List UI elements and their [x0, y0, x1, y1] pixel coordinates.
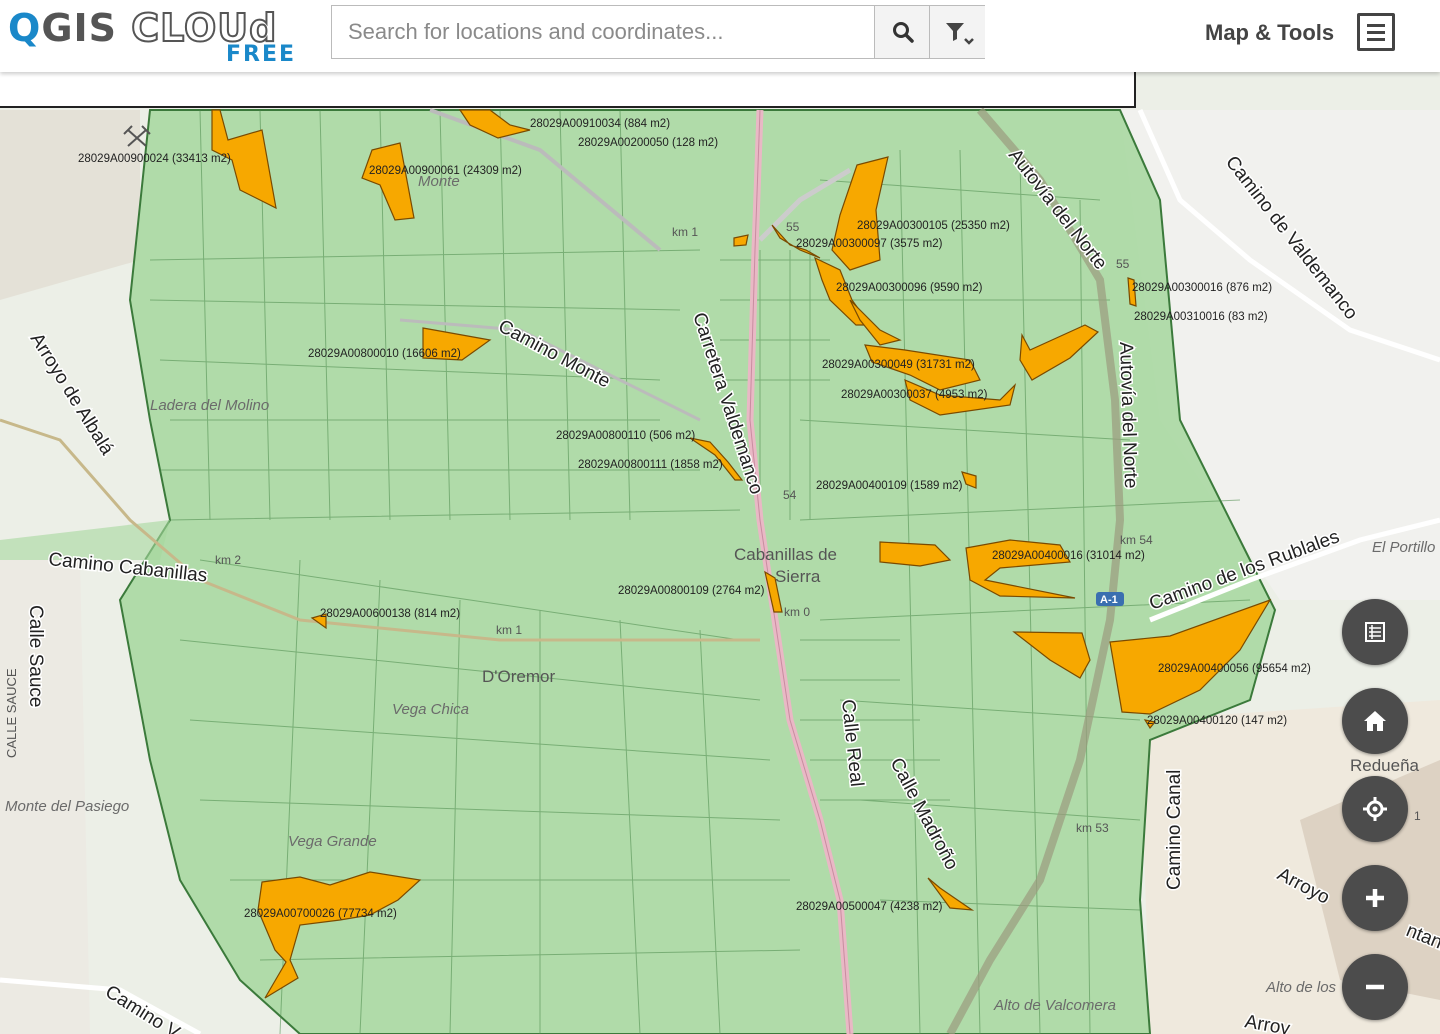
parcel-label: 28029A00200050 (128 m2): [578, 137, 718, 149]
km-marker: km 1: [672, 225, 698, 239]
parcel-label: 28029A00300037 (4953 m2): [841, 389, 988, 401]
parcel-label: 28029A00700026 (77734 m2): [244, 908, 397, 920]
place-label: Monte: [418, 173, 460, 190]
km-marker: 55: [1116, 257, 1130, 271]
km-marker: km 54: [1120, 533, 1153, 547]
empty-panel: [0, 72, 1136, 108]
locate-crosshair-icon: [1363, 797, 1387, 821]
km-marker: 1: [1414, 809, 1421, 823]
parcel-label: 28029A00900024 (33413 m2): [78, 153, 231, 165]
parcel-label: 28029A00800109 (2764 m2): [618, 585, 765, 597]
map-svg[interactable]: 28029A00910034 (884 m2) 28029A00200050 (1…: [0, 0, 1440, 1034]
place-label: Monte del Pasiego: [5, 798, 129, 815]
km-marker: km 1: [496, 623, 522, 637]
parcel-label: 28029A00910034 (884 m2): [530, 118, 670, 130]
parcel-label: 28029A00300097 (3575 m2): [796, 238, 943, 250]
road-label: CALLE SAUCE: [4, 668, 19, 758]
parcel-label: 28029A00400056 (95654 m2): [1158, 663, 1311, 675]
zoom-in-plus-icon: [1366, 889, 1384, 907]
place-label: Redueña: [1350, 756, 1420, 775]
home-button[interactable]: [1342, 688, 1408, 754]
parcel-label: 28029A00300049 (31731 m2): [822, 359, 975, 371]
km-marker: km 2: [215, 553, 241, 567]
km-marker: km 53: [1076, 821, 1109, 835]
search-icon: [892, 22, 914, 43]
search-button[interactable]: [874, 6, 930, 58]
parcel-label: 28029A00600138 (814 m2): [320, 608, 460, 620]
place-label: Alto de los: [1265, 979, 1337, 996]
hamburger-menu-icon[interactable]: [1357, 13, 1395, 51]
logo-q: Q: [8, 6, 42, 50]
place-label: Cabanillas de: [734, 545, 837, 564]
top-bar: QGIS CLOUd FREE Map & Tools: [0, 0, 1440, 72]
parcel-label: 28029A00800010 (16606 m2): [308, 348, 461, 360]
map-tools-label[interactable]: Map & Tools: [1205, 20, 1334, 46]
search-bar: [331, 5, 985, 59]
app-logo[interactable]: QGIS CLOUd FREE: [8, 6, 318, 68]
parcel-label: 28029A00300016 (876 m2): [1132, 282, 1272, 294]
parcel-label: 28029A00500047 (4238 m2): [796, 901, 943, 913]
km-marker: km 0: [784, 605, 810, 619]
logo-gis: GIS: [41, 6, 132, 50]
parcel-label: 28029A00400109 (1589 m2): [816, 480, 963, 492]
parcel-label: 28029A00300096 (9590 m2): [836, 282, 983, 294]
parcel-label: 28029A00300105 (25350 m2): [857, 220, 1010, 232]
parcel-label: 28029A00310016 (83 m2): [1134, 311, 1268, 323]
road-label: Calle Sauce: [25, 605, 46, 707]
place-label: Vega Grande: [288, 833, 377, 850]
highway-shield: A-1: [1100, 594, 1118, 606]
place-label: Alto de Valcomera: [993, 997, 1116, 1014]
logo-subtitle: FREE: [226, 42, 297, 67]
locate-button[interactable]: [1342, 776, 1408, 842]
home-icon: [1364, 711, 1386, 731]
map-canvas[interactable]: 28029A00910034 (884 m2) 28029A00200050 (1…: [0, 0, 1440, 1034]
km-marker: 54: [783, 488, 797, 502]
parcel-label: 28029A00800110 (506 m2): [556, 430, 695, 442]
search-input[interactable]: [332, 6, 872, 58]
place-label: D'Oremor: [482, 667, 555, 686]
km-marker: 55: [786, 220, 800, 234]
parcel-label: 28029A00400016 (31014 m2): [992, 550, 1145, 562]
zoom-out-button[interactable]: [1342, 954, 1408, 1020]
road-label: Camino Canal: [1164, 770, 1185, 890]
road-label: El Portillo: [1372, 539, 1435, 556]
parcel-label: 28029A00800111 (1858 m2): [578, 459, 723, 471]
zoom-out-minus-icon: [1366, 984, 1384, 990]
place-label: Ladera del Molino: [150, 397, 269, 414]
legend-list-icon: [1365, 622, 1385, 642]
place-label: Sierra: [775, 567, 821, 586]
filter-icon: [945, 23, 974, 45]
search-filter-button[interactable]: [929, 6, 985, 58]
parcel-label: 28029A00400120 (147 m2): [1147, 715, 1287, 727]
legend-button[interactable]: [1342, 599, 1408, 665]
place-label: Vega Chica: [392, 701, 469, 718]
zoom-in-button[interactable]: [1342, 865, 1408, 931]
